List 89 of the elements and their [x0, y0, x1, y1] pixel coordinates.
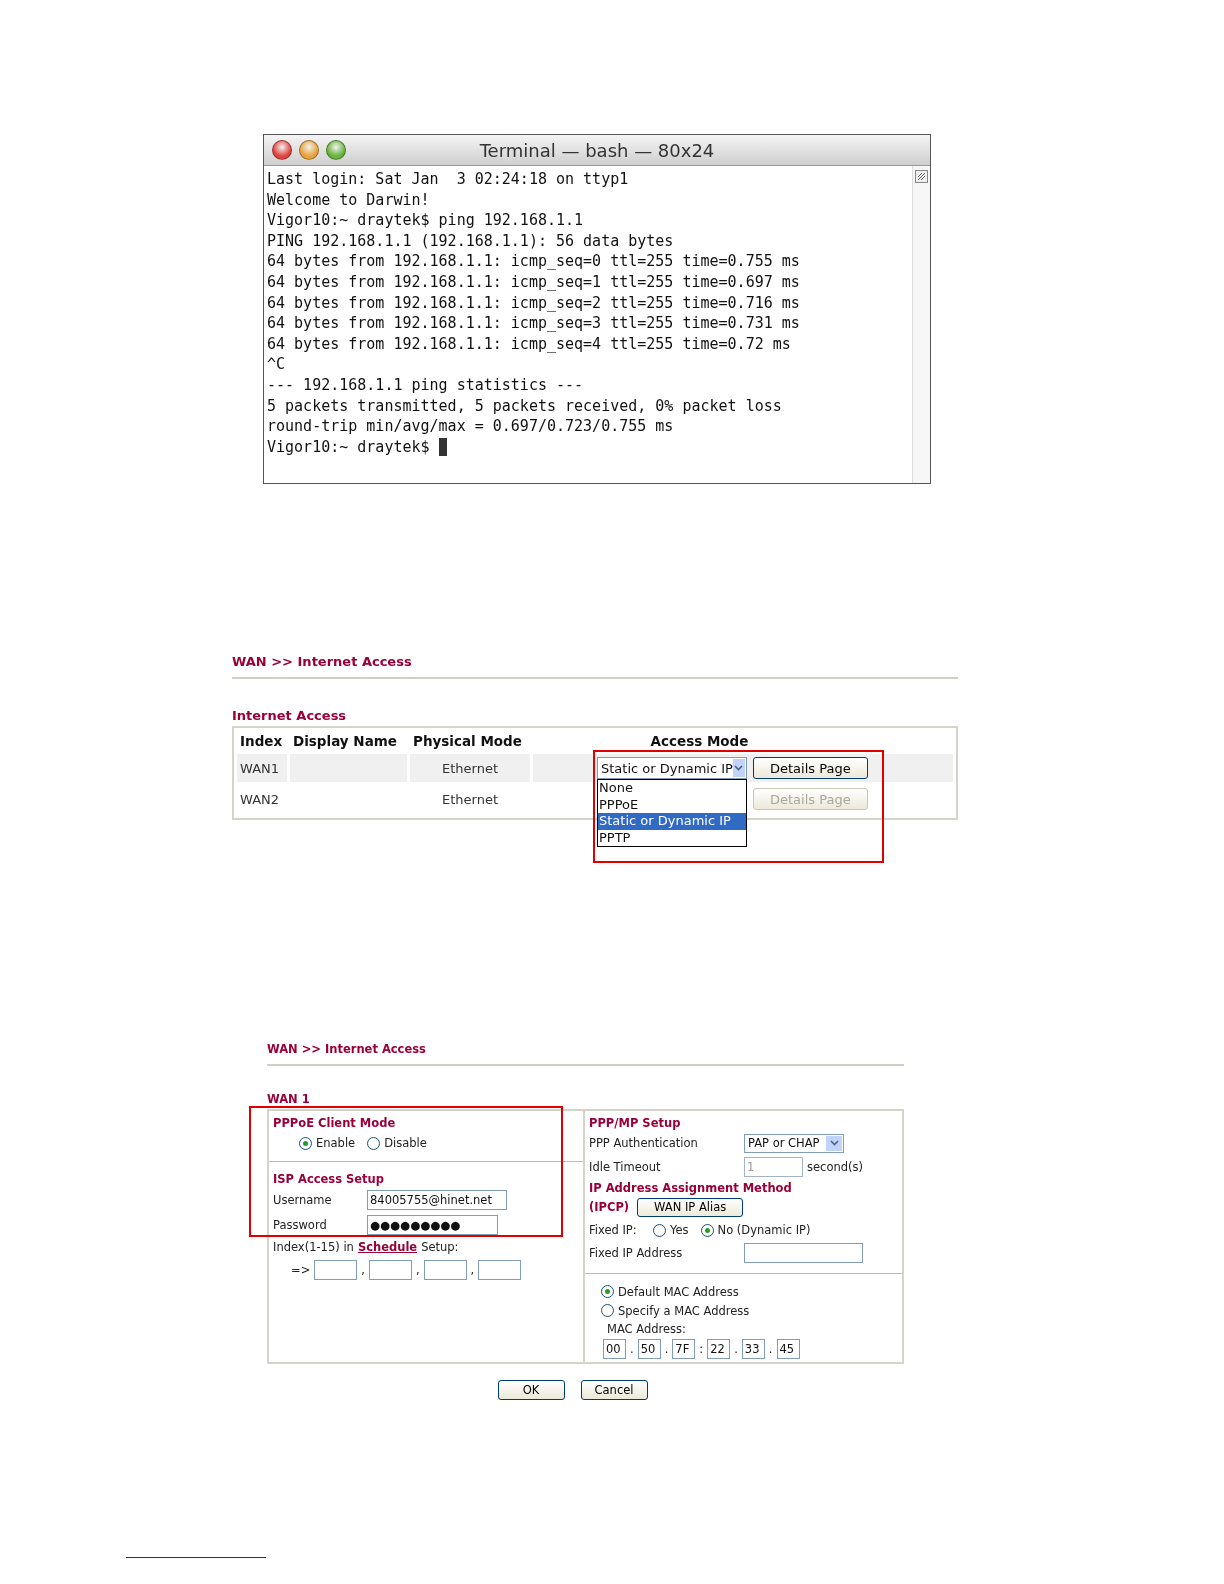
schedule-index-field[interactable] [314, 1260, 358, 1280]
column-header: Index [239, 732, 284, 751]
mac-octet-field[interactable]: 50 [637, 1339, 661, 1359]
wan-ip-alias-button[interactable]: WAN IP Alias [637, 1197, 744, 1217]
group-title: IP Address Assignment Method [589, 1179, 793, 1196]
terminal-line: 64 bytes from 192.168.1.1: icmp_seq=0 ttl=255 time=0.755 ms [267, 251, 800, 272]
separator: . [664, 1342, 669, 1356]
ok-button[interactable]: OK [497, 1380, 565, 1400]
terminal-line: Last login: Sat Jan 3 02:24:18 on ttyp1 [267, 169, 629, 190]
radio-button[interactable] [653, 1223, 666, 1237]
separator: . [734, 1342, 738, 1356]
schedule-index-field[interactable] [478, 1260, 522, 1280]
unit-label: second(s) [807, 1160, 863, 1174]
schedule-index-field[interactable] [423, 1260, 467, 1280]
field-label: Fixed IP Address [589, 1246, 684, 1260]
schedule-index-field[interactable] [368, 1260, 412, 1280]
terminal-line: Vigor10:~ draytek$ [267, 436, 430, 458]
breadcrumb: WAN >> Internet Access [232, 654, 413, 669]
field-label: Username [273, 1192, 333, 1207]
mac-octet-field[interactable]: 22 [707, 1339, 731, 1359]
section-title: Internet Access [232, 708, 348, 723]
radio-option[interactable]: Yes [653, 1223, 689, 1237]
radio-button[interactable] [601, 1285, 614, 1298]
field-label: Fixed IP: [589, 1223, 638, 1237]
section-title: WAN 1 [267, 1092, 311, 1106]
close-icon[interactable] [272, 140, 292, 160]
terminal-line: 64 bytes from 192.168.1.1: icmp_seq=4 ttl=255 time=0.72 ms [267, 333, 791, 355]
window-title: Terminal — bash — 80x24 [479, 139, 715, 161]
terminal-line: 64 bytes from 192.168.1.1: icmp_seq=1 ttl=255 time=0.697 ms [267, 271, 800, 293]
group-title: ISP Access Setup [273, 1170, 386, 1187]
mac-octet-field[interactable]: 00 [603, 1339, 626, 1359]
field-label: Setup: [421, 1240, 459, 1254]
table-cell: WAN1 [237, 754, 287, 782]
separator: , [415, 1263, 420, 1277]
radio-button[interactable] [299, 1136, 312, 1150]
details-page-button[interactable]: Details Page [753, 757, 868, 779]
minimize-icon[interactable] [299, 140, 319, 160]
mac-octet-field[interactable]: 33 [741, 1339, 765, 1359]
fixed-ip-field[interactable] [744, 1243, 863, 1263]
radio-option[interactable]: Disable [367, 1136, 427, 1150]
column-header: Display Name [292, 732, 398, 751]
column-header: Physical Mode [412, 732, 523, 751]
group-title: (IPCP) [589, 1199, 630, 1216]
password-field[interactable]: ●●●●●●●●● [367, 1214, 498, 1235]
separator: , [470, 1263, 475, 1277]
radio-button[interactable] [700, 1223, 714, 1237]
radio-button[interactable] [601, 1304, 614, 1317]
access-mode-select[interactable]: Static or Dynamic IP [597, 757, 747, 779]
terminal-line: Welcome to Darwin! [267, 189, 430, 211]
radio-button[interactable] [367, 1136, 381, 1150]
dropdown-option[interactable]: Static or Dynamic IP [598, 813, 746, 830]
separator: : [699, 1342, 704, 1356]
group-title: PPP/MP Setup [589, 1114, 682, 1131]
username-field[interactable]: 84005755@hinet.net [367, 1189, 507, 1210]
field-label: PPP Authentication [589, 1136, 699, 1150]
table-cell-text: Ethernet [441, 790, 499, 809]
radio-option[interactable]: No (Dynamic IP) [700, 1223, 811, 1237]
zoom-icon[interactable] [326, 140, 346, 160]
field-label: Index(1-15) in [273, 1240, 354, 1254]
terminal-line: 64 bytes from 192.168.1.1: icmp_seq=2 ttl=255 time=0.716 ms [267, 292, 800, 314]
separator: . [630, 1342, 634, 1356]
table-cell-text: WAN2 [239, 790, 281, 809]
terminal-line: 64 bytes from 192.168.1.1: icmp_seq=3 ttl=255 time=0.731 ms [267, 313, 800, 334]
cancel-button[interactable]: Cancel [580, 1380, 648, 1400]
radio-option[interactable]: Specify a MAC Address [601, 1303, 750, 1318]
terminal-line: ^C [267, 354, 286, 375]
field-label: Idle Timeout [589, 1160, 662, 1174]
column-header: Access Mode [649, 732, 750, 751]
resize-icon[interactable] [915, 170, 928, 183]
radio-option[interactable]: Enable [299, 1136, 356, 1150]
arrow-label: => [291, 1263, 311, 1277]
radio-option[interactable]: Default MAC Address [601, 1284, 739, 1299]
field-label: Password [273, 1217, 328, 1232]
separator: , [361, 1263, 365, 1277]
schedule-link[interactable]: Schedule [357, 1240, 418, 1254]
table-cell: Ethernet [410, 754, 530, 782]
terminal-line: Vigor10:~ draytek$ ping 192.168.1.1 [267, 210, 584, 231]
cursor [438, 438, 447, 456]
terminal-line: round-trip min/avg/max = 0.697/0.723/0.755 ms [267, 416, 674, 437]
group-title: PPPoE Client Mode [273, 1114, 397, 1131]
separator: . [768, 1342, 773, 1356]
terminal-line: PING 192.168.1.1 (192.168.1.1): 56 data bytes [267, 230, 674, 252]
breadcrumb: WAN >> Internet Access [267, 1042, 427, 1056]
mac-octet-field[interactable]: 7F [672, 1339, 696, 1359]
terminal-line: 5 packets transmitted, 5 packets received, 0% packet loss [267, 395, 782, 417]
field-label: MAC Address: [607, 1322, 686, 1336]
authentication-select[interactable]: PAP or CHAP [744, 1133, 844, 1153]
terminal-line: --- 192.168.1.1 ping statistics --- [267, 374, 584, 396]
mac-octet-field[interactable]: 45 [776, 1339, 800, 1359]
